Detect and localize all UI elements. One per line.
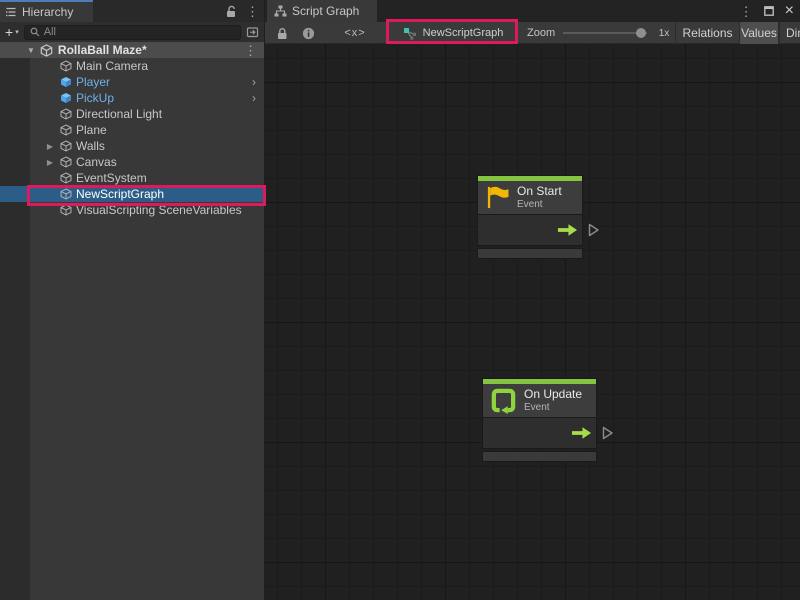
search-placeholder: All — [44, 26, 56, 38]
row-label: EventSystem — [76, 171, 147, 185]
row-label: PickUp — [76, 91, 114, 105]
hierarchy-panel: Hierarchy ⋮ + ▾ — [0, 0, 265, 600]
scene-header-row[interactable]: ▼ RollaBall Maze* ⋮ — [0, 42, 264, 58]
node-subtitle: Event — [524, 402, 582, 414]
node-subtitle: Event — [517, 199, 562, 211]
hierarchy-toolbar: + ▾ All — [0, 22, 264, 42]
node-port-row — [477, 215, 583, 246]
graph-name-label: NewScriptGraph — [423, 27, 504, 39]
flow-arrow-icon — [571, 426, 592, 440]
expand-arrow-icon[interactable]: ▶ — [44, 142, 56, 151]
prefab-chevron-icon[interactable]: › — [252, 76, 256, 88]
node-footer — [477, 248, 583, 259]
row-label: Main Camera — [76, 59, 148, 73]
prefab-cube-icon — [60, 92, 72, 104]
maximize-icon[interactable] — [764, 6, 774, 16]
blackboard-toggle[interactable]: <x> — [337, 22, 373, 44]
hierarchy-menu-icon[interactable]: ⋮ — [246, 5, 259, 18]
zoom-slider-handle[interactable] — [636, 28, 646, 38]
lock-icon[interactable] — [271, 22, 293, 44]
row-label: Player — [76, 75, 110, 89]
node-title: On Start — [517, 185, 562, 199]
hierarchy-row[interactable]: NewScriptGraph — [0, 186, 264, 202]
hierarchy-row[interactable]: PickUp › — [0, 90, 264, 106]
graph-name-button[interactable]: NewScriptGraph — [389, 22, 517, 44]
zoom-value: 1x — [654, 22, 674, 44]
node-header: On Update Event — [482, 384, 597, 418]
row-label: Plane — [76, 123, 107, 137]
loop-icon — [490, 387, 517, 414]
script-graph-panel: Script Graph ⋮ × — [265, 0, 800, 600]
plus-icon: + — [5, 25, 13, 39]
search-icon — [30, 27, 40, 37]
hierarchy-list-icon — [5, 7, 17, 17]
prefab-cube-icon — [60, 76, 72, 88]
hierarchy-search-input[interactable]: All — [24, 25, 241, 40]
info-icon[interactable] — [297, 22, 319, 44]
hierarchy-row[interactable]: VisualScripting SceneVariables — [0, 202, 264, 218]
flag-icon — [485, 185, 510, 210]
gameobject-cube-icon — [60, 172, 72, 184]
window-menu-icon[interactable]: ⋮ — [740, 5, 753, 18]
hierarchy-row[interactable]: EventSystem — [0, 170, 264, 186]
node-title: On Update — [524, 388, 582, 402]
unlock-icon[interactable] — [225, 5, 237, 18]
script-graph-tab-bar: Script Graph ⋮ × — [265, 0, 800, 22]
hierarchy-row[interactable]: ▶ Canvas — [0, 154, 264, 170]
prefab-chevron-icon[interactable]: › — [252, 92, 256, 104]
scene-name: RollaBall Maze* — [58, 43, 147, 57]
row-label: Walls — [76, 139, 105, 153]
hierarchy-rows: Main Camera Player › PickUp › Directional Lig… — [0, 58, 264, 218]
graph-canvas[interactable]: On Start Event — [265, 44, 800, 600]
expand-arrow-icon[interactable]: ▶ — [44, 158, 56, 167]
gameobject-cube-icon — [60, 156, 72, 168]
unity-logo-icon — [40, 44, 53, 57]
tab-hierarchy[interactable]: Hierarchy — [0, 0, 93, 22]
hierarchy-row[interactable]: Player › — [0, 74, 264, 90]
relations-toggle[interactable]: Relations — [675, 22, 739, 44]
node-on-update[interactable]: On Update Event — [482, 378, 597, 462]
hierarchy-row[interactable]: Main Camera — [0, 58, 264, 74]
values-toggle[interactable]: Values — [739, 22, 779, 44]
node-port-row — [482, 418, 597, 449]
gameobject-cube-icon — [60, 204, 72, 216]
gameobject-cube-icon — [60, 124, 72, 136]
node-on-start[interactable]: On Start Event — [477, 175, 583, 259]
popout-search-icon[interactable] — [246, 26, 259, 38]
output-port-icon[interactable] — [587, 222, 600, 238]
row-label: VisualScripting SceneVariables — [76, 203, 242, 217]
hierarchy-row[interactable]: Directional Light — [0, 106, 264, 122]
node-footer — [482, 451, 597, 462]
gameobject-cube-icon — [60, 108, 72, 120]
add-object-button[interactable]: + ▾ — [5, 25, 19, 39]
output-port-icon[interactable] — [601, 425, 614, 441]
flow-arrow-icon — [557, 223, 578, 237]
row-label: Canvas — [76, 155, 117, 169]
gameobject-cube-icon — [60, 140, 72, 152]
tab-script-graph[interactable]: Script Graph — [267, 0, 377, 22]
close-icon[interactable]: × — [785, 3, 794, 19]
hierarchy-row[interactable]: Plane — [0, 122, 264, 138]
gameobject-cube-icon — [60, 188, 72, 200]
dim-toggle[interactable]: Dim — [779, 22, 800, 44]
script-graph-asset-icon — [403, 27, 417, 40]
dropdown-caret-icon: ▾ — [15, 29, 19, 36]
node-header: On Start Event — [477, 181, 583, 215]
hierarchy-tab-label: Hierarchy — [22, 5, 73, 19]
zoom-label: Zoom — [527, 22, 555, 44]
gameobject-cube-icon — [60, 60, 72, 72]
graph-tree-icon — [274, 5, 287, 17]
script-graph-tab-label: Script Graph — [292, 4, 359, 18]
row-label: Directional Light — [76, 107, 162, 121]
graph-toolbar: <x> NewScriptGraph Zoom 1x Relations Val… — [265, 22, 800, 44]
scene-menu-icon[interactable]: ⋮ — [244, 44, 257, 57]
unity-editor-window: Hierarchy ⋮ + ▾ — [0, 0, 800, 600]
row-label: NewScriptGraph — [76, 187, 164, 201]
zoom-slider[interactable] — [563, 32, 647, 34]
hierarchy-row[interactable]: ▶ Walls — [0, 138, 264, 154]
hierarchy-tab-bar: Hierarchy ⋮ — [0, 0, 264, 22]
foldout-open-icon[interactable]: ▼ — [27, 46, 35, 55]
